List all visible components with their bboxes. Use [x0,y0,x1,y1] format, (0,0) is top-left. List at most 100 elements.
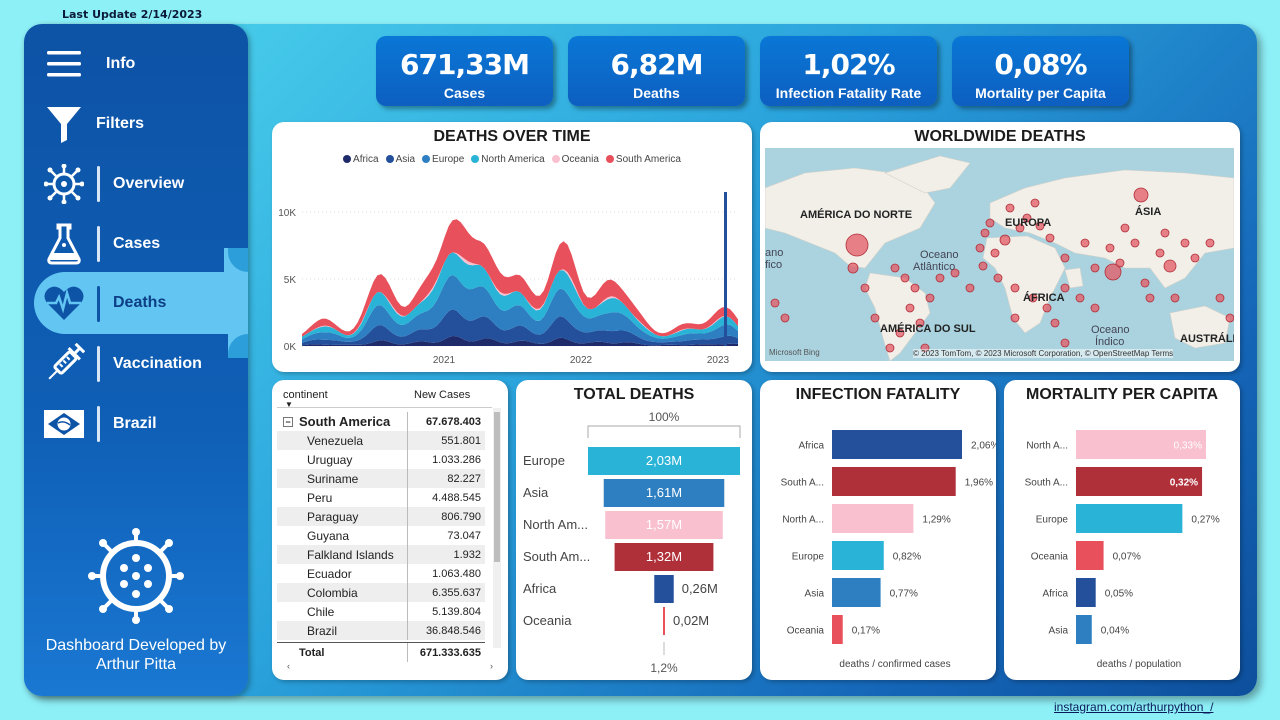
map-dot[interactable] [847,262,859,274]
map-dot[interactable] [1133,187,1149,203]
table-row[interactable]: Venezuela 551.801 [277,431,485,450]
kpi-deaths[interactable]: 6,82M Deaths [568,36,745,106]
table-row[interactable]: Falkland Islands 1.932 [277,545,485,564]
map-dot[interactable] [1163,259,1177,273]
table-group-row[interactable]: − South America 67.678.403 [277,412,485,431]
bar[interactable] [1076,504,1183,533]
kpi-mortality-per-capita[interactable]: 0,08% Mortality per Capita [952,36,1129,106]
bar[interactable] [1076,615,1092,644]
map-dot[interactable] [780,313,790,323]
table-row[interactable]: Paraguay 806.790 [277,507,485,526]
map-dot[interactable] [1030,198,1040,208]
new-cases-table-card[interactable]: continent ▼ New Cases − South America 67… [272,380,508,680]
map-dot[interactable] [978,261,988,271]
vertical-scrollbar[interactable] [493,408,501,648]
map-dot[interactable] [1205,238,1215,248]
map-dot[interactable] [1155,248,1165,258]
map-dot[interactable] [910,283,920,293]
column-header-new-cases[interactable]: New Cases [414,389,470,401]
map-dot[interactable] [1105,243,1115,253]
table-row[interactable]: Suriname 82.227 [277,469,485,488]
sidebar-item-vaccination[interactable]: Vaccination [24,336,248,392]
map-dot[interactable] [1060,338,1070,348]
bar[interactable] [1076,578,1096,607]
map-dot[interactable] [770,298,780,308]
scroll-right-icon[interactable]: › [490,661,493,671]
map-dot[interactable] [1005,203,1015,213]
map-dot[interactable] [935,273,945,283]
sidebar-item-info[interactable]: Info [24,36,248,92]
map-dot[interactable] [1010,283,1020,293]
map-dot[interactable] [885,343,895,353]
bar[interactable] [832,615,843,644]
sidebar-item-brazil[interactable]: Brazil [24,396,248,452]
kpi-infection-fatality-rate[interactable]: 1,02% Infection Fatality Rate [760,36,937,106]
table-row[interactable]: Peru 4.488.545 [277,488,485,507]
map-dot[interactable] [1130,238,1140,248]
map-dot[interactable] [999,234,1011,246]
map-dot[interactable] [1010,313,1020,323]
table-row[interactable]: Ecuador 1.063.480 [277,564,485,583]
map-dot[interactable] [900,273,910,283]
map-dot[interactable] [1225,313,1234,323]
sidebar-item-deaths[interactable]: Deaths [34,248,248,334]
table-row[interactable]: Uruguay 1.033.286 [277,450,485,469]
map-dot[interactable] [905,303,915,313]
sidebar-item-filters[interactable]: Filters [14,96,238,152]
map-dot[interactable] [980,228,990,238]
map-dot[interactable] [1115,258,1125,268]
bar[interactable] [832,430,962,459]
funnel-bar[interactable] [654,575,674,603]
map-dot[interactable] [1080,238,1090,248]
map-dot[interactable] [1180,238,1190,248]
map-dot[interactable] [1140,278,1150,288]
table-row[interactable]: Chile 5.139.804 [277,602,485,621]
map-dot[interactable] [1145,293,1155,303]
bar[interactable] [832,541,884,570]
map-dot[interactable] [860,283,870,293]
map-dot[interactable] [1060,253,1070,263]
map-dot[interactable] [1120,223,1130,233]
map-dot[interactable] [993,273,1003,283]
kpi-cases[interactable]: 671,33M Cases [376,36,553,106]
map-dot[interactable] [1050,318,1060,328]
map-dot[interactable] [845,233,869,257]
map-dot[interactable] [975,243,985,253]
map-dot[interactable] [1075,293,1085,303]
map-dot[interactable] [1090,263,1100,273]
bar[interactable] [832,504,914,533]
collapse-icon[interactable]: − [283,416,293,427]
total-deaths-card[interactable]: TOTAL DEATHS 100% 1,2% Europe 2,03M Asia 1,61… [516,380,752,680]
map-dot[interactable] [1090,303,1100,313]
sort-arrow-icon[interactable]: ▼ [285,400,293,409]
map-dot[interactable] [925,293,935,303]
infection-fatality-card[interactable]: INFECTION FATALITY Africa2,06%South A...… [760,380,996,680]
scroll-left-icon[interactable]: ‹ [287,661,290,671]
horizontal-scrollbar[interactable]: ‹ › [283,661,493,672]
map-dot[interactable] [985,218,995,228]
new-cases-table[interactable]: continent ▼ New Cases − South America 67… [277,386,501,671]
map-attribution[interactable]: © 2023 TomTom, © 2023 Microsoft Corporat… [913,349,1174,358]
bar[interactable] [832,578,881,607]
sidebar-item-overview[interactable]: Overview [24,156,248,212]
map-dot[interactable] [1190,253,1200,263]
instagram-link[interactable]: instagram.com/arthurpython_/ [1054,700,1213,714]
map-dot[interactable] [965,283,975,293]
mortality-per-capita-card[interactable]: MORTALITY PER CAPITA North A... 0,33% Sout… [1004,380,1240,680]
map-dot[interactable] [1042,303,1052,313]
table-row[interactable]: Colombia 6.355.637 [277,583,485,602]
bar[interactable] [1076,541,1104,570]
map-dot[interactable] [1160,228,1170,238]
worldwide-deaths-card[interactable]: WORLDWIDE DEATHS AMÉRICA DO NORTE EUROPA… [760,122,1240,372]
map-dot[interactable] [1215,293,1225,303]
map-dot[interactable] [990,248,1000,258]
deaths-over-time-card[interactable]: DEATHS OVER TIME Africa Asia Europe North A… [272,122,752,372]
bar[interactable] [832,467,956,496]
map-dot[interactable] [870,313,880,323]
map-dot[interactable] [1060,283,1070,293]
table-row[interactable]: Brazil 36.848.546 [277,621,485,640]
funnel-bar[interactable] [663,607,665,635]
map-dot[interactable] [1045,233,1055,243]
scrollbar-thumb[interactable] [494,412,500,562]
world-map[interactable]: AMÉRICA DO NORTE EUROPA ÁSIA ÁFRICA AMÉR… [765,148,1234,361]
